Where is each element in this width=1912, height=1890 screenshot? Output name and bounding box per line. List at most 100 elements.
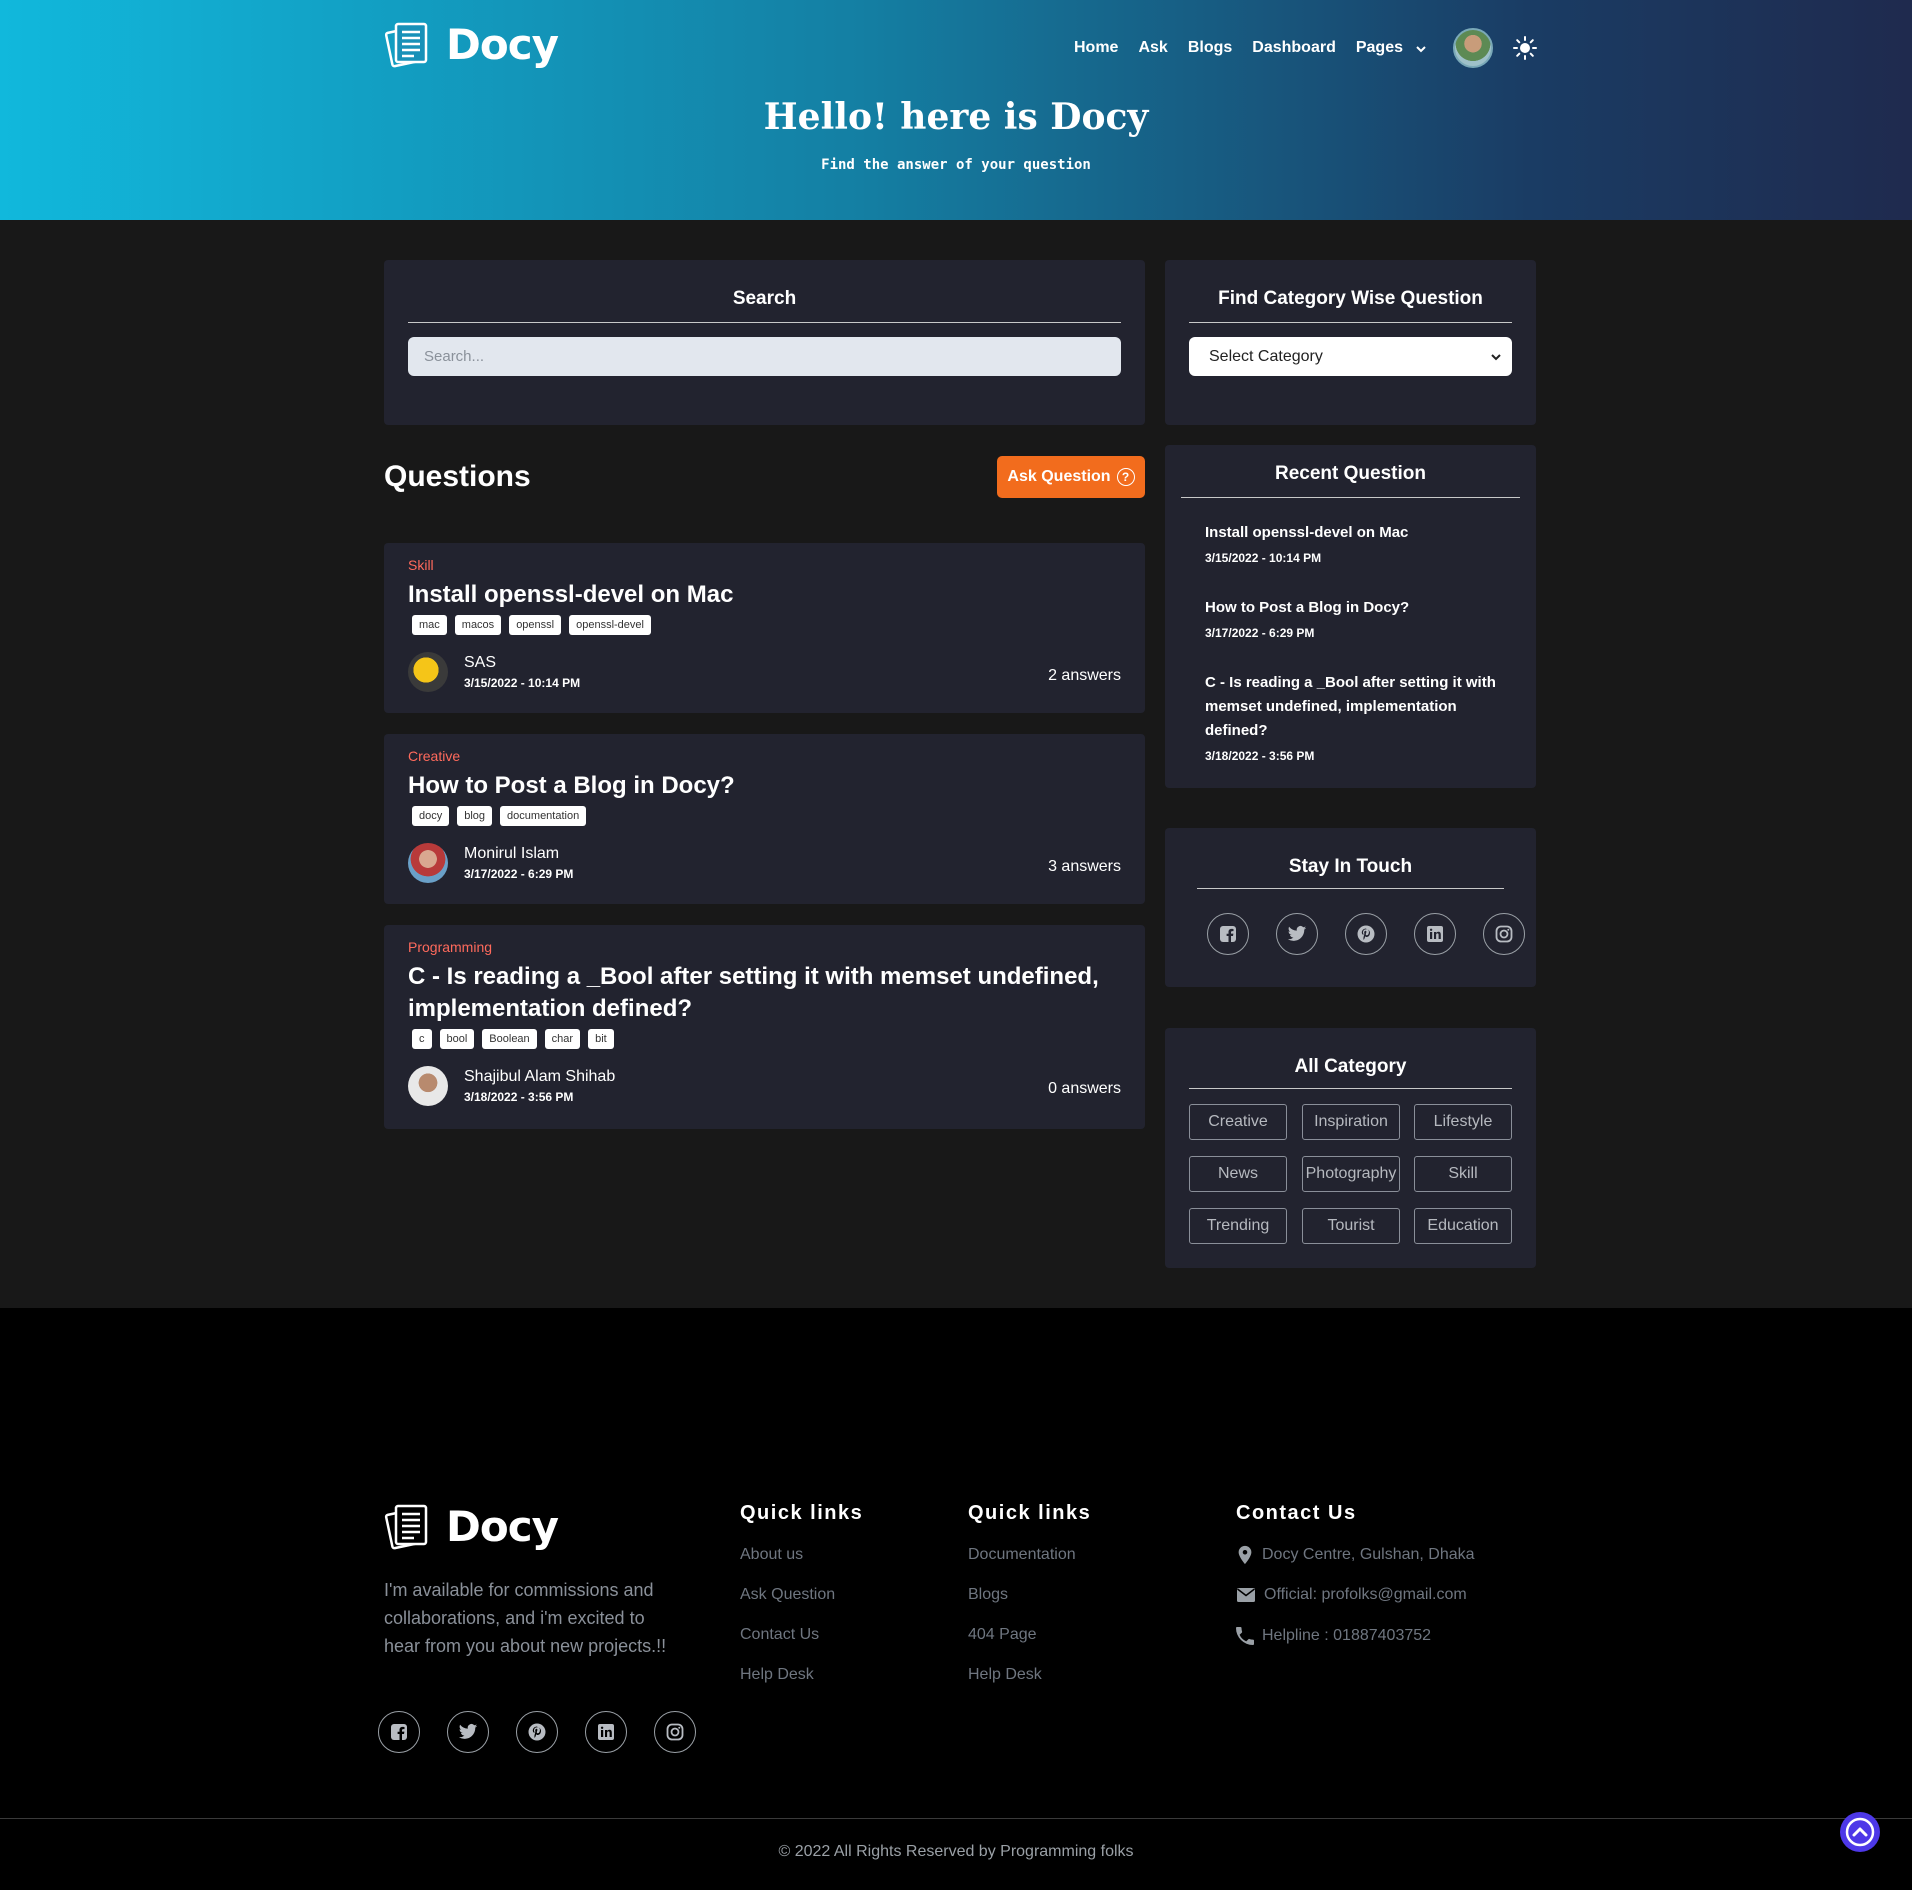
recent-question-link[interactable]: Install openssl-devel on Mac <box>1205 521 1505 545</box>
facebook-icon[interactable] <box>378 1711 420 1753</box>
phone-icon <box>1236 1627 1254 1645</box>
category-button[interactable]: Photography <box>1302 1156 1400 1192</box>
recent-question-card: Recent Question Install openssl-devel on… <box>1165 445 1536 788</box>
tag[interactable]: blog <box>457 806 493 826</box>
question-category[interactable]: Programming <box>408 939 492 955</box>
contact-email-text[interactable]: Official: profolks@gmail.com <box>1264 1586 1467 1604</box>
footer-link-contact[interactable]: Contact Us <box>740 1626 819 1644</box>
footer-link-documentation[interactable]: Documentation <box>968 1546 1076 1564</box>
question-card[interactable]: Programming C - Is reading a _Bool after… <box>384 925 1145 1129</box>
quick-links-title: Quick links <box>968 1502 1092 1524</box>
scroll-to-top-button[interactable] <box>1840 1812 1880 1852</box>
contact-email[interactable]: Official: profolks@gmail.com <box>1236 1586 1467 1604</box>
tag[interactable]: Boolean <box>482 1029 537 1049</box>
chevron-down-icon[interactable] <box>1415 40 1427 56</box>
question-date: 3/17/2022 - 6:29 PM <box>464 867 574 881</box>
question-card[interactable]: Skill Install openssl-devel on Mac mac m… <box>384 543 1145 713</box>
recent-question-date: 3/17/2022 - 6:29 PM <box>1205 626 1315 640</box>
footer-link-blogs[interactable]: Blogs <box>968 1586 1008 1604</box>
question-date: 3/15/2022 - 10:14 PM <box>464 676 581 690</box>
all-category-title: All Category <box>1189 1028 1512 1089</box>
twitter-icon[interactable] <box>447 1711 489 1753</box>
nav-pages[interactable]: Pages <box>1356 39 1403 57</box>
tag[interactable]: bool <box>439 1029 475 1049</box>
contact-address: Docy Centre, Gulshan, Dhaka <box>1236 1545 1475 1565</box>
tag[interactable]: docy <box>412 806 450 826</box>
category-button[interactable]: Education <box>1414 1208 1512 1244</box>
question-title[interactable]: C - Is reading a _Bool after setting it … <box>408 961 1108 1025</box>
question-category[interactable]: Creative <box>408 748 460 764</box>
category-button[interactable]: Inspiration <box>1302 1104 1400 1140</box>
footer-logo[interactable]: Docy <box>384 1500 559 1552</box>
question-title[interactable]: Install openssl-devel on Mac <box>408 579 1108 611</box>
stay-in-touch-card: Stay In Touch <box>1165 828 1536 987</box>
instagram-icon[interactable] <box>1483 913 1525 955</box>
tag[interactable]: char <box>544 1029 581 1049</box>
contact-phone[interactable]: Helpline : 01887403752 <box>1236 1627 1431 1645</box>
facebook-icon[interactable] <box>1207 913 1249 955</box>
hero-title: Hello! here is Docy <box>763 96 1149 138</box>
footer-link-404[interactable]: 404 Page <box>968 1626 1037 1644</box>
header-logo[interactable]: Docy <box>384 18 559 70</box>
contact-us-title: Contact Us <box>1236 1502 1357 1524</box>
recent-question-item[interactable]: How to Post a Blog in Docy? 3/17/2022 - … <box>1205 596 1505 640</box>
category-select-value: Select Category <box>1209 347 1323 365</box>
recent-question-link[interactable]: C - Is reading a _Bool after setting it … <box>1205 671 1505 743</box>
answer-count: 3 answers <box>1048 858 1121 875</box>
author-name: Shajibul Alam Shihab <box>464 1068 616 1085</box>
nav-dashboard[interactable]: Dashboard <box>1252 39 1336 57</box>
footer-link-about[interactable]: About us <box>740 1546 803 1564</box>
footer-divider <box>0 1818 1912 1819</box>
question-title[interactable]: How to Post a Blog in Docy? <box>408 770 1108 802</box>
recent-question-date: 3/15/2022 - 10:14 PM <box>1205 551 1322 565</box>
tag[interactable]: openssl-devel <box>569 615 651 635</box>
quick-links-title: Quick links <box>740 1502 864 1524</box>
instagram-icon[interactable] <box>654 1711 696 1753</box>
tag[interactable]: bit <box>588 1029 614 1049</box>
category-select[interactable]: Select Category <box>1189 337 1512 376</box>
category-button[interactable]: News <box>1189 1156 1287 1192</box>
linkedin-icon[interactable] <box>1414 913 1456 955</box>
user-avatar[interactable] <box>1452 28 1493 68</box>
tag[interactable]: mac <box>412 615 447 635</box>
sun-icon[interactable] <box>1512 36 1537 60</box>
question-date: 3/18/2022 - 3:56 PM <box>464 1090 574 1104</box>
search-title: Search <box>408 260 1121 323</box>
chevron-down-icon <box>1491 353 1501 360</box>
question-category[interactable]: Skill <box>408 557 434 573</box>
recent-question-item[interactable]: C - Is reading a _Bool after setting it … <box>1205 671 1505 763</box>
category-button[interactable]: Creative <box>1189 1104 1287 1140</box>
question-card[interactable]: Creative How to Post a Blog in Docy? doc… <box>384 734 1145 904</box>
question-author: Monirul Islam 3/17/2022 - 6:29 PM <box>408 843 573 883</box>
copyright: © 2022 All Rights Reserved by Programmin… <box>778 1843 1134 1860</box>
answer-count: 2 answers <box>1048 667 1121 684</box>
tag[interactable]: documentation <box>500 806 587 826</box>
envelope-icon <box>1237 1588 1255 1602</box>
category-button[interactable]: Lifestyle <box>1414 1104 1512 1140</box>
category-button[interactable]: Skill <box>1414 1156 1512 1192</box>
nav-home[interactable]: Home <box>1074 39 1118 57</box>
twitter-icon[interactable] <box>1276 913 1318 955</box>
ask-question-button[interactable]: Ask Question ? <box>997 456 1145 498</box>
category-button[interactable]: Trending <box>1189 1208 1287 1244</box>
docs-logo-icon <box>384 1504 428 1550</box>
nav-ask[interactable]: Ask <box>1138 39 1167 57</box>
recent-question-item[interactable]: Install openssl-devel on Mac 3/15/2022 -… <box>1205 521 1505 565</box>
recent-question-link[interactable]: How to Post a Blog in Docy? <box>1205 596 1505 620</box>
tag[interactable]: macos <box>454 615 502 635</box>
pinterest-icon[interactable] <box>1345 913 1387 955</box>
footer-link-help[interactable]: Help Desk <box>968 1666 1042 1684</box>
pinterest-icon[interactable] <box>516 1711 558 1753</box>
author-name: Monirul Islam <box>464 845 560 862</box>
category-button[interactable]: Tourist <box>1302 1208 1400 1244</box>
tag[interactable]: c <box>412 1029 432 1049</box>
question-tags: docy blog documentation <box>412 806 587 826</box>
footer-link-ask[interactable]: Ask Question <box>740 1586 835 1604</box>
search-input[interactable] <box>408 337 1121 376</box>
linkedin-icon[interactable] <box>585 1711 627 1753</box>
contact-phone-text[interactable]: Helpline : 01887403752 <box>1262 1627 1431 1645</box>
footer-link-help[interactable]: Help Desk <box>740 1666 814 1684</box>
recent-question-title: Recent Question <box>1181 445 1520 498</box>
nav-blogs[interactable]: Blogs <box>1188 39 1232 57</box>
tag[interactable]: openssl <box>509 615 562 635</box>
